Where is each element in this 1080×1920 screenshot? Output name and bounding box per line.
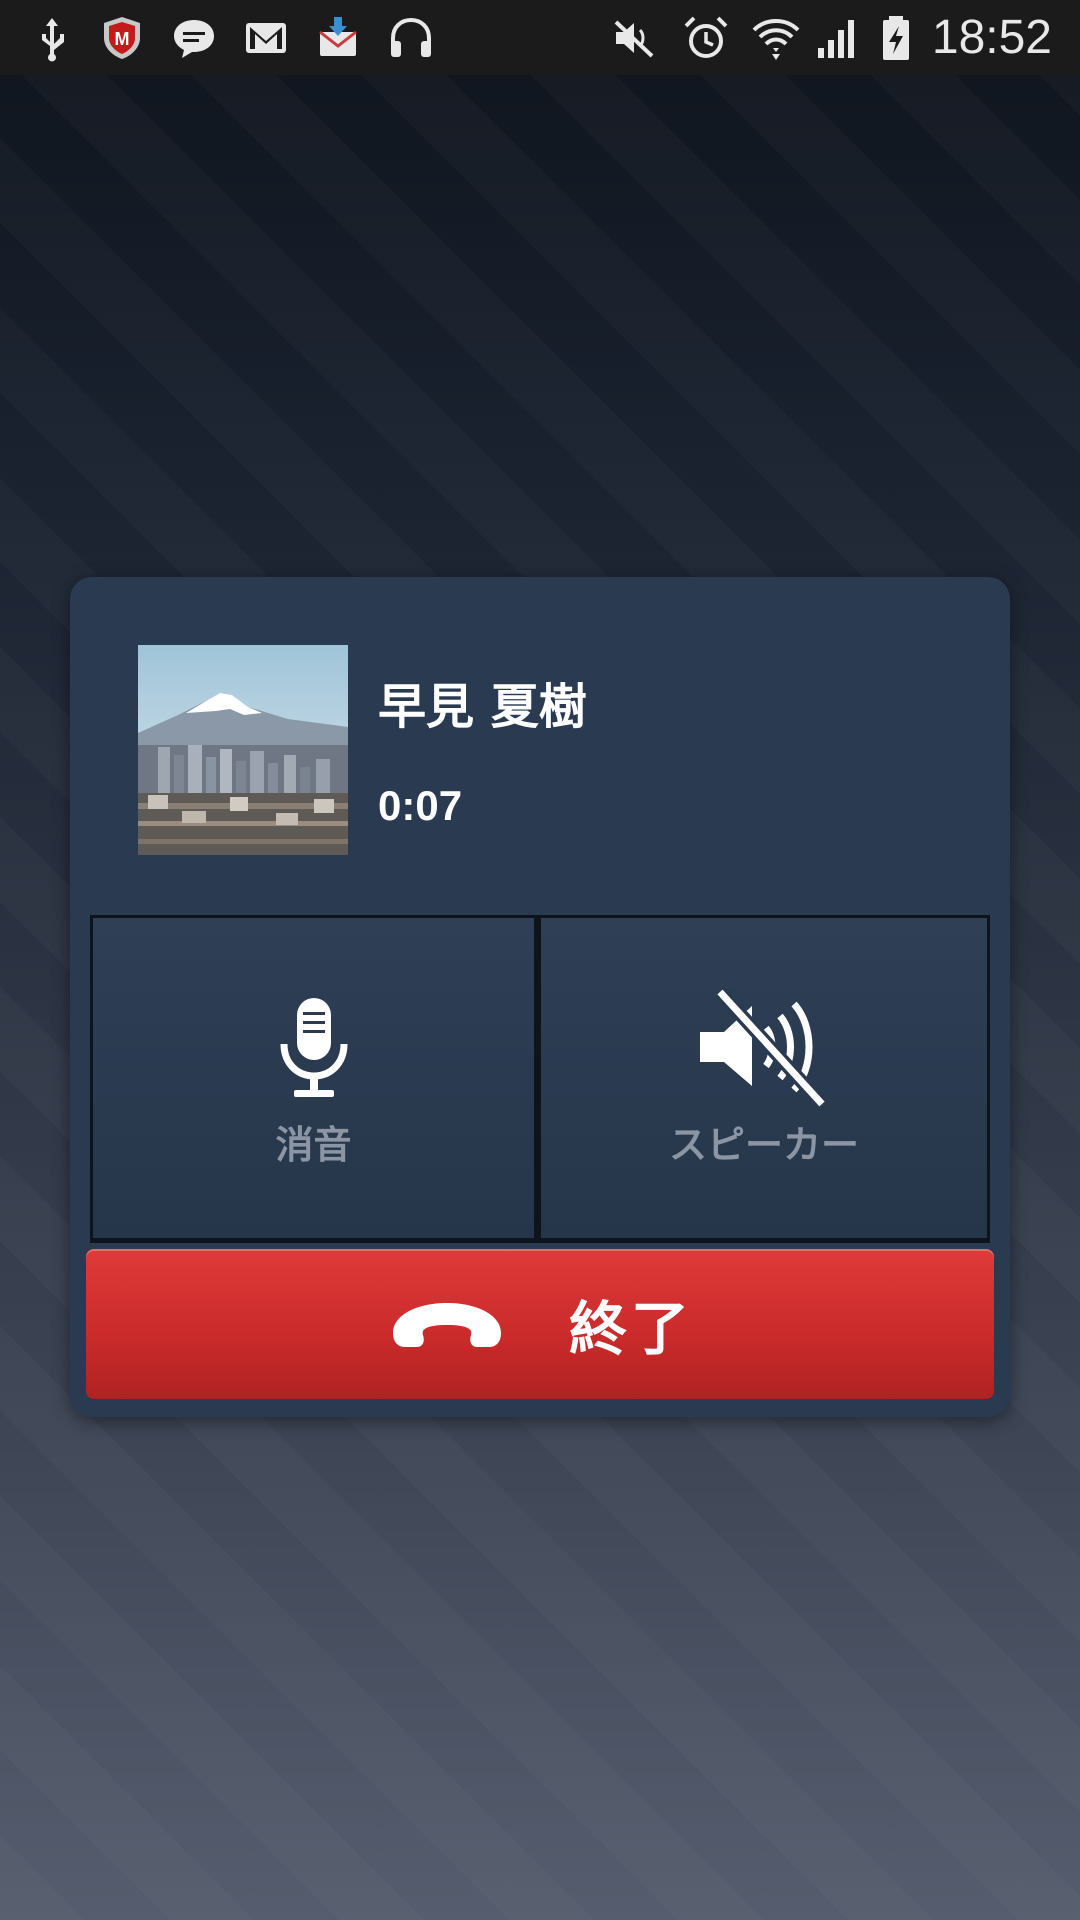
svg-text:M: M <box>115 29 130 49</box>
chat-icon <box>168 12 220 64</box>
mute-label: 消音 <box>275 1122 352 1167</box>
clock: 18:52 <box>931 11 1052 64</box>
end-call-button[interactable]: 終了 <box>86 1249 994 1399</box>
call-controls: 消音 スピーカー <box>90 915 990 1243</box>
end-call-label: 終了 <box>568 1295 693 1363</box>
hang-up-phone-icon <box>392 1303 501 1347</box>
usb-icon <box>26 12 78 64</box>
speaker-off-icon <box>700 987 828 1108</box>
call-duration: 0:07 <box>378 782 463 829</box>
alarm-icon <box>680 12 732 64</box>
call-card: 早見 夏樹 0:07 消音 スピーカー 終了 <box>70 577 1010 1417</box>
headphones-icon <box>385 12 437 64</box>
microphone-icon <box>280 997 347 1097</box>
mute-icon <box>608 12 660 64</box>
mcafee-icon: M <box>96 12 148 64</box>
download-mail-icon <box>312 12 364 64</box>
caller-name: 早見 夏樹 <box>378 679 587 735</box>
caller-avatar <box>138 645 348 855</box>
wifi-icon <box>750 12 802 64</box>
mute-button[interactable]: 消音 <box>93 918 534 1238</box>
speaker-button[interactable]: スピーカー <box>541 918 987 1238</box>
signal-icon <box>812 12 864 64</box>
status-bar: M 18:52 <box>0 0 1080 75</box>
battery-charging-icon <box>870 12 922 64</box>
gmail-icon <box>240 12 292 64</box>
speaker-label: スピーカー <box>668 1122 859 1167</box>
